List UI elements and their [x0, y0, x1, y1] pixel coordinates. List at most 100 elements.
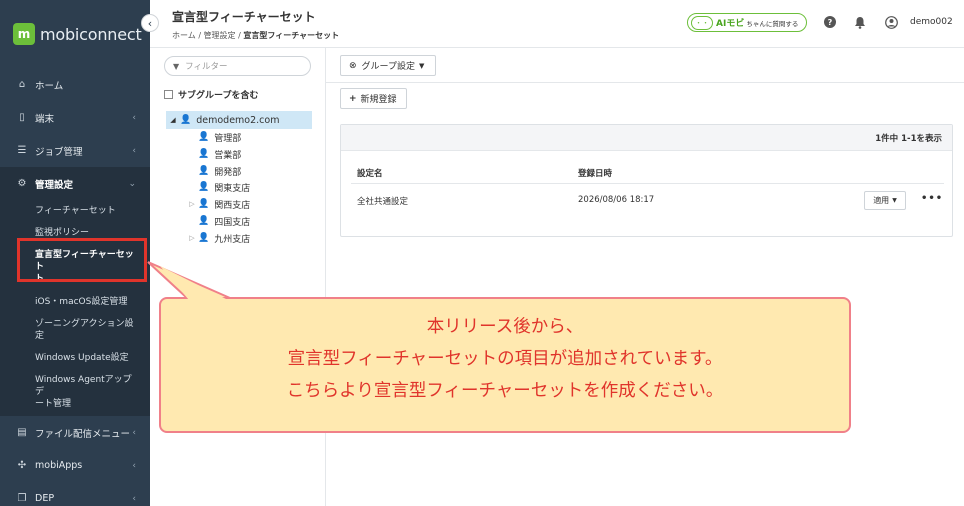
copy-icon: ❐	[17, 493, 27, 504]
sidebar-item-file-delivery[interactable]: ▤ ファイル配信メニュー ‹	[0, 416, 150, 449]
breadcrumb-separator: /	[238, 31, 241, 40]
sidebar-subitem-zoning[interactable]: ゾーニングアクション設 定	[0, 314, 150, 342]
expand-triangle-icon[interactable]: ▷	[186, 200, 198, 208]
group-settings-button[interactable]: ⊗ グループ設定 ▼	[340, 55, 436, 76]
person-icon: 👤	[198, 132, 210, 142]
new-register-button[interactable]: + 新規登録	[340, 88, 407, 109]
tree-node[interactable]: 👤 開発部	[186, 163, 241, 179]
column-header-name[interactable]: 設定名	[357, 167, 383, 179]
logo[interactable]: m mobiconnect	[0, 0, 150, 68]
svg-text:?: ?	[828, 18, 833, 27]
filter-placeholder: フィルター	[185, 62, 228, 72]
chevron-down-icon: ⌄	[128, 178, 136, 189]
tree-node[interactable]: 👤 関東支店	[186, 179, 250, 195]
divider	[326, 82, 964, 83]
ai-mascot-icon: ・・	[691, 15, 713, 30]
checkbox[interactable]	[164, 90, 173, 99]
sidebar-item-device[interactable]: ▯ 端末 ‹	[0, 101, 150, 134]
highlight-box	[17, 238, 147, 282]
sidebar-item-admin-settings[interactable]: ⚙ 管理設定 ⌄	[0, 167, 150, 200]
callout-line: 本リリース後から、	[426, 317, 584, 337]
sidebar-item-label: 管理設定	[35, 179, 74, 191]
more-options-icon[interactable]: •••	[921, 193, 943, 204]
person-icon: 👤	[198, 149, 210, 159]
breadcrumb-current: 宣言型フィーチャーセット	[243, 31, 340, 40]
sidebar-item-label: mobiApps	[35, 460, 83, 471]
breadcrumb-admin-settings[interactable]: 管理設定	[204, 31, 236, 40]
tree-node-label: 九州支店	[214, 234, 251, 245]
ai-assistant-button[interactable]: ・・ AIモビ ちゃんに質問する	[687, 13, 807, 32]
callout-box: 本リリース後から、 宣言型フィーチャーセットの項目が追加されています。 こちらよ…	[159, 297, 851, 433]
page-title: 宣言型フィーチャーセット	[172, 10, 316, 24]
sidebar-item-dep[interactable]: ❐ DEP ‹	[0, 482, 150, 506]
home-icon: ⌂	[18, 79, 26, 90]
featureset-table-card: 1件中 1-1を表示 設定名 登録日時 全社共通設定 2026/08/06 18…	[340, 124, 953, 237]
tree-node-label: 営業部	[214, 150, 242, 161]
person-icon: 👤	[198, 182, 210, 192]
sidebar-item-label: ジョブ管理	[35, 146, 83, 158]
tree-node-label: 関西支店	[214, 200, 251, 211]
header: 宣言型フィーチャーセット ホーム / 管理設定 / 宣言型フィーチャーセット ・…	[150, 0, 964, 48]
tree-root-node[interactable]: ◢ 👤 demodemo2.com	[166, 111, 312, 129]
tree-node[interactable]: 👤 四国支店	[186, 213, 250, 229]
bell-icon[interactable]	[853, 15, 867, 29]
chevron-left-icon: ‹	[132, 493, 136, 504]
logo-text: mobiconnect	[40, 24, 142, 44]
group-settings-label: グループ設定	[361, 62, 416, 72]
filter-icon: ▼	[173, 61, 180, 71]
breadcrumb: ホーム / 管理設定 / 宣言型フィーチャーセット	[172, 30, 339, 41]
caret-down-icon: ▼	[419, 61, 425, 70]
tree-node[interactable]: ▷ 👤 九州支店	[186, 230, 250, 246]
callout-line: こちらより宣言型フィーチャーセットを作成ください。	[286, 381, 724, 401]
user-avatar-icon[interactable]	[884, 15, 898, 29]
person-icon: 👤	[198, 166, 210, 176]
ai-label: AIモビ	[716, 19, 745, 29]
logo-mark: m	[13, 23, 35, 45]
pagination-count: 1件中 1-1を表示	[341, 125, 952, 151]
apply-dropdown-button[interactable]: 適用 ▼	[864, 191, 906, 210]
apply-label: 適用	[873, 196, 890, 205]
tree-node-label: 関東支店	[214, 183, 251, 194]
sidebar-subitem-label: Windows Agentアップデ	[35, 375, 132, 397]
breadcrumb-separator: /	[198, 31, 202, 40]
tree-node[interactable]: 👤 管理部	[186, 129, 241, 145]
collapse-triangle-icon[interactable]: ◢	[166, 116, 180, 124]
admin-settings-submenu: フィーチャーセット 監視ポリシー 宣言型フィーチャーセット ト iOS・macO…	[0, 200, 150, 416]
sidebar-subitem-windows-update[interactable]: Windows Update設定	[0, 346, 150, 370]
sidebar-item-job[interactable]: ☰ ジョブ管理 ‹	[0, 134, 150, 167]
chevron-left-icon: ‹	[132, 112, 136, 123]
tree-node[interactable]: 👤 営業部	[186, 146, 241, 162]
person-icon: 👤	[198, 233, 210, 243]
sidebar-item-home[interactable]: ⌂ ホーム	[0, 68, 150, 101]
tree-root-label: demodemo2.com	[196, 114, 280, 126]
person-icon: 👤	[198, 216, 210, 226]
filter-input[interactable]: ▼ フィルター	[164, 56, 311, 76]
include-subgroups-checkbox[interactable]: サブグループを含む	[164, 88, 258, 101]
breadcrumb-home[interactable]: ホーム	[172, 31, 196, 40]
cell-setting-name[interactable]: 全社共通設定	[357, 195, 408, 207]
person-icon: 👤	[180, 115, 192, 125]
job-icon: ☰	[17, 145, 27, 156]
sidebar-item-label: 端末	[35, 113, 55, 125]
close-circle-icon: ⊗	[349, 60, 357, 71]
header-divider	[351, 183, 944, 184]
sidebar-item-label: ホーム	[35, 80, 64, 92]
tree-node-label: 四国支店	[214, 217, 251, 228]
chevron-left-icon: ‹	[132, 145, 136, 156]
tree-node[interactable]: ▷ 👤 関西支店	[186, 196, 250, 212]
cell-registered-at: 2026/08/06 18:17	[578, 195, 655, 205]
column-header-date[interactable]: 登録日時	[578, 167, 612, 179]
sidebar-item-mobiapps[interactable]: ✣ mobiApps ‹	[0, 449, 150, 482]
device-icon: ▯	[19, 112, 25, 123]
help-icon[interactable]: ?	[823, 15, 837, 29]
sidebar-subitem-windows-agent[interactable]: Windows Agentアップデ ート管理	[0, 370, 150, 410]
sidebar-subitem-ios-macos[interactable]: iOS・macOS設定管理	[0, 290, 150, 314]
sidebar-subitem-featureset[interactable]: フィーチャーセット	[0, 200, 150, 222]
expand-triangle-icon[interactable]: ▷	[186, 234, 198, 242]
sidebar-collapse-button[interactable]: ‹	[141, 14, 159, 32]
apps-icon: ✣	[17, 460, 27, 471]
sidebar-subitem-label: ゾーニングアクション設	[35, 319, 134, 329]
gear-icon: ⚙	[17, 178, 27, 189]
user-name[interactable]: demo002	[910, 17, 953, 27]
callout-line: 宣言型フィーチャーセットの項目が追加されています。	[287, 349, 723, 369]
